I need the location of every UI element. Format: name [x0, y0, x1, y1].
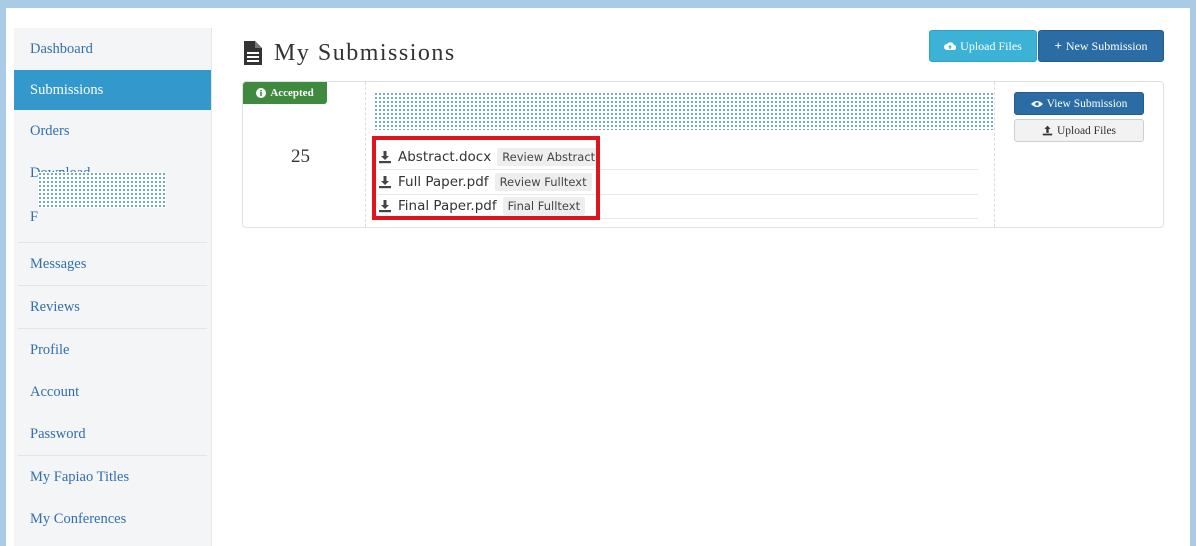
sidebar-item-label: F: [30, 209, 39, 225]
submission-number: 25: [291, 146, 310, 167]
sidebar-item-account[interactable]: Account: [14, 371, 211, 413]
view-submission-label: View Submission: [1046, 97, 1128, 110]
submission-details: Abstract.docx Review Abstract Full Paper…: [366, 82, 994, 227]
file-tag: Final Fulltext: [502, 197, 586, 215]
sidebar-item-fapiao-titles[interactable]: My Fapiao Titles: [18, 455, 207, 498]
sidebar-item-reviews[interactable]: Reviews: [18, 285, 207, 328]
sidebar-item-password[interactable]: Password: [14, 413, 211, 455]
upload-icon: [1042, 125, 1053, 136]
sidebar-item-conferences[interactable]: My Conferences: [14, 498, 211, 540]
file-tag: Review Abstract: [497, 148, 601, 166]
sidebar-item-redacted[interactable]: F: [14, 172, 211, 242]
new-submission-button[interactable]: + New Submission: [1038, 30, 1164, 62]
status-badge: Accepted: [243, 82, 327, 104]
sidebar-item-dashboard[interactable]: Dashboard: [14, 28, 211, 70]
view-submission-button[interactable]: View Submission: [1014, 92, 1144, 115]
page-frame: Dashboard Submissions Orders Download F …: [6, 8, 1190, 546]
document-icon: [244, 41, 262, 65]
download-icon[interactable]: [378, 150, 392, 164]
page-title-text: My Submissions: [274, 39, 456, 66]
page-title: My Submissions: [242, 36, 456, 70]
upload-files-row-button[interactable]: Upload Files: [1014, 119, 1144, 142]
eye-icon: [1030, 100, 1043, 107]
download-icon[interactable]: [378, 199, 392, 213]
redacted-area: [38, 172, 166, 208]
sidebar-item-messages[interactable]: Messages: [18, 242, 207, 285]
file-tag: Review Fulltext: [494, 173, 592, 191]
upload-files-label: Upload Files: [960, 38, 1022, 53]
sidebar-item-orders[interactable]: Orders: [14, 110, 211, 152]
sidebar: Dashboard Submissions Orders Download F …: [14, 28, 212, 546]
download-icon[interactable]: [378, 175, 392, 189]
sidebar-item-profile[interactable]: Profile: [18, 328, 207, 371]
upload-files-row-label: Upload Files: [1056, 124, 1117, 137]
status-label: Accepted: [270, 87, 314, 99]
file-row: Abstract.docx Review Abstract: [378, 145, 978, 170]
file-link[interactable]: Full Paper.pdf: [398, 174, 489, 190]
submission-card: Accepted 25 Abstract.docx Review Abstrac…: [242, 81, 1164, 228]
info-icon: [256, 88, 267, 98]
file-link[interactable]: Abstract.docx: [398, 149, 491, 165]
upload-files-button[interactable]: Upload Files: [929, 30, 1037, 62]
file-link[interactable]: Final Paper.pdf: [398, 198, 497, 214]
plus-icon: +: [1054, 38, 1062, 53]
cloud-upload-icon: [944, 42, 957, 51]
submission-actions: View Submission Upload Files: [994, 82, 1164, 227]
redacted-title: [374, 92, 994, 130]
file-row: Full Paper.pdf Review Fulltext: [378, 170, 978, 195]
file-row: Final Paper.pdf Final Fulltext: [378, 194, 978, 219]
sidebar-item-submissions[interactable]: Submissions: [14, 70, 211, 110]
new-submission-label: New Submission: [1065, 38, 1148, 53]
submission-number-column: Accepted 25: [243, 82, 366, 227]
